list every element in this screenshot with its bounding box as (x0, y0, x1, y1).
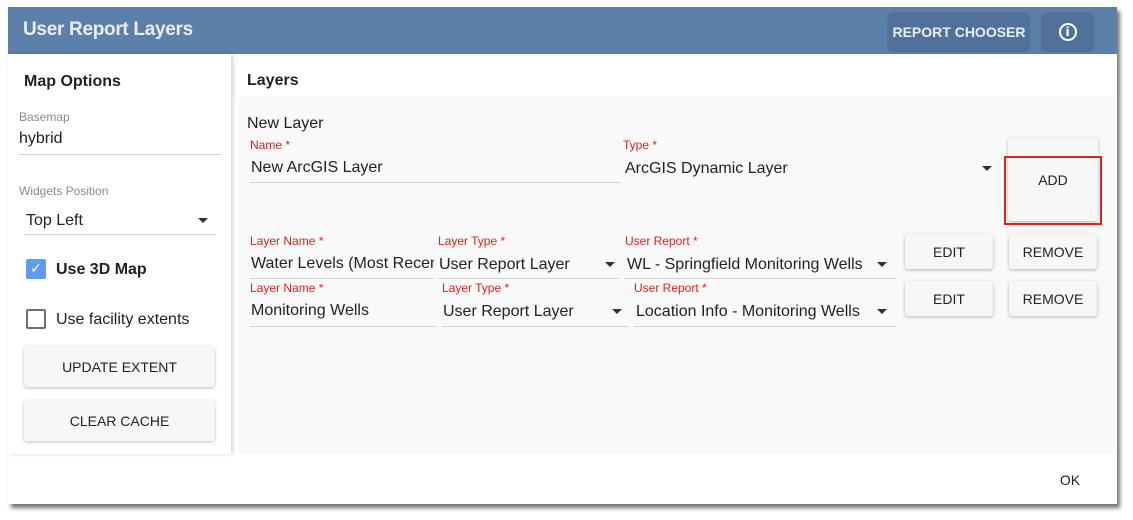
layer-name-input[interactable]: Monitoring Wells (251, 302, 434, 320)
user-report-underline (634, 326, 897, 327)
layer-type-label: Layer Type * (442, 281, 510, 295)
layer-type-underline (438, 278, 619, 279)
chevron-down-icon (198, 218, 208, 223)
info-circle-icon: i (1058, 22, 1077, 41)
layer-name-input[interactable]: Water Levels (Most Recent) (251, 255, 434, 273)
clear-cache-button[interactable]: CLEAR CACHE (24, 400, 215, 441)
basemap-input[interactable]: hybrid (19, 130, 63, 148)
new-layer-name-input[interactable]: New ArcGIS Layer (251, 159, 383, 177)
chevron-down-icon (605, 262, 615, 267)
new-layer-name-underline (250, 182, 620, 183)
new-layer-heading: New Layer (247, 115, 324, 132)
user-report-label: User Report * (634, 281, 707, 295)
layer-type-label: Layer Type * (438, 234, 506, 248)
new-layer-name-label: Name * (250, 138, 291, 152)
use-facility-extents-label[interactable]: Use facility extents (56, 311, 189, 329)
layer-type-value: User Report Layer (439, 256, 570, 273)
layer-name-underline (250, 326, 437, 327)
chevron-down-icon (877, 309, 887, 314)
chevron-down-icon (982, 166, 992, 171)
add-button-highlight-box (1004, 156, 1102, 225)
remove-button[interactable]: REMOVE (1009, 234, 1097, 269)
layer-name-label: Layer Name * (250, 234, 324, 248)
basemap-label: Basemap (19, 110, 70, 124)
report-chooser-button[interactable]: REPORT CHOOSER (889, 13, 1029, 50)
new-layer-type-value: ArcGIS Dynamic Layer (625, 160, 788, 177)
edit-button[interactable]: EDIT (905, 281, 993, 316)
user-report-value: WL - Springfield Monitoring Wells (627, 256, 863, 273)
ok-button[interactable]: OK (1048, 467, 1092, 493)
edit-button[interactable]: EDIT (905, 234, 993, 269)
user-report-value: Location Info - Monitoring Wells (636, 303, 860, 320)
use-3d-map-checkbox[interactable]: ✓ (26, 259, 46, 279)
layer-name-underline (250, 278, 433, 279)
layers-title: Layers (247, 72, 299, 89)
chevron-down-icon (877, 262, 887, 267)
layer-type-underline (442, 326, 628, 327)
remove-button[interactable]: REMOVE (1009, 281, 1097, 316)
dialog-title: User Report Layers (23, 19, 193, 40)
basemap-underline (19, 154, 221, 155)
map-options-title: Map Options (24, 73, 121, 90)
checkmark-icon: ✓ (30, 261, 42, 277)
user-report-layers-dialog: User Report Layers REPORT CHOOSER i Map … (8, 7, 1117, 504)
update-extent-button[interactable]: UPDATE EXTENT (24, 346, 215, 387)
info-button[interactable]: i (1042, 13, 1093, 50)
new-layer-type-label: Type * (623, 138, 658, 152)
dialog-titlebar: User Report Layers REPORT CHOOSER i (8, 7, 1117, 54)
chevron-down-icon (612, 309, 622, 314)
use-3d-map-label[interactable]: Use 3D Map (56, 261, 147, 279)
user-report-label: User Report * (625, 234, 698, 248)
widgets-position-label: Widgets Position (19, 184, 109, 198)
layer-name-label: Layer Name * (250, 281, 324, 295)
layers-panel (238, 97, 1116, 454)
user-report-underline (625, 278, 897, 279)
layer-type-value: User Report Layer (443, 303, 574, 320)
use-facility-extents-checkbox[interactable] (26, 309, 46, 329)
map-options-panel: Map Options Basemap hybrid Widgets Posit… (8, 54, 231, 454)
widgets-position-underline (24, 234, 216, 235)
widgets-position-value: Top Left (26, 212, 83, 229)
